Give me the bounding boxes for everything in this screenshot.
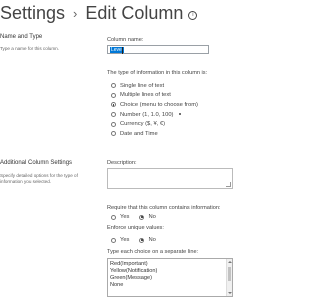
page-title: Edit Column: [85, 3, 184, 23]
type-option-label: Single line of text: [120, 82, 165, 89]
require-yes-option[interactable]: Yes: [111, 214, 129, 220]
column-name-input[interactable]: Level: [107, 45, 209, 54]
unique-yes-option[interactable]: Yes: [111, 237, 129, 243]
page-title-bar: Settings › Edit Column i: [0, 3, 198, 24]
mouse-pointer-dot: [179, 113, 181, 115]
choice-line: None: [110, 282, 124, 288]
require-no-label: No: [148, 214, 156, 220]
type-option-number[interactable]: Number (1, 1.0, 100): [111, 110, 198, 120]
type-options-group: Single line of text Multiple lines of te…: [111, 81, 198, 139]
radio-icon[interactable]: [111, 83, 116, 89]
description-label: Description:: [107, 160, 137, 166]
radio-icon[interactable]: [111, 214, 116, 220]
choices-label: Type each choice on a separate line:: [107, 249, 199, 255]
radio-icon[interactable]: [111, 92, 116, 98]
radio-selected-icon[interactable]: [139, 214, 145, 220]
type-option-single-line[interactable]: Single line of text: [111, 81, 198, 91]
unique-options-group: Yes No: [111, 237, 156, 243]
choice-line: Red(Important): [110, 261, 148, 267]
column-name-label: Column name:: [107, 37, 144, 43]
unique-no-option[interactable]: No: [139, 237, 156, 243]
type-option-label: Date and Time: [120, 130, 158, 137]
choice-line: Green(Message): [110, 275, 152, 281]
name-type-description: Type a name for this column.: [0, 46, 59, 51]
type-option-choice[interactable]: Choice (menu to choose from): [111, 100, 198, 110]
type-option-currency[interactable]: Currency ($, ¥, €): [111, 119, 198, 129]
require-label: Require that this column contains inform…: [107, 205, 221, 211]
type-option-label: Choice (menu to choose from): [120, 101, 198, 108]
scroll-up-arrow-icon[interactable]: [228, 261, 232, 263]
radio-icon[interactable]: [111, 131, 116, 137]
type-option-label: Multiple lines of text: [120, 92, 171, 99]
unique-label: Enforce unique values:: [107, 225, 164, 231]
unique-no-label: No: [148, 237, 156, 243]
require-yes-label: Yes: [120, 214, 130, 220]
scroll-thumb[interactable]: [228, 267, 231, 281]
description-textarea[interactable]: [107, 168, 233, 189]
choice-line: Yellow(Notification): [110, 268, 158, 274]
radio-selected-icon[interactable]: [111, 102, 116, 108]
resize-grip-icon[interactable]: [226, 182, 231, 187]
radio-icon[interactable]: [111, 121, 116, 127]
type-label: The type of information in this column i…: [107, 70, 208, 76]
choices-scrollbar[interactable]: [226, 259, 232, 296]
breadcrumb-settings-link[interactable]: Settings: [0, 3, 65, 24]
additional-settings-description-2: information you selected.: [0, 179, 52, 184]
text-caret: [122, 46, 123, 54]
require-options-group: Yes No: [111, 214, 156, 220]
radio-icon[interactable]: [111, 237, 116, 243]
require-no-option[interactable]: No: [139, 214, 156, 220]
type-option-label: Number (1, 1.0, 100): [120, 111, 174, 118]
choices-list: Red(Important) Yellow(Notification) Gree…: [108, 259, 232, 289]
scroll-down-arrow-icon[interactable]: [228, 292, 232, 294]
radio-selected-icon[interactable]: [139, 237, 145, 243]
additional-settings-heading: Additional Column Settings: [0, 160, 73, 166]
name-type-heading: Name and Type: [0, 34, 43, 40]
radio-icon[interactable]: [111, 112, 116, 118]
info-icon[interactable]: i: [188, 10, 198, 20]
type-option-multiple-lines[interactable]: Multiple lines of text: [111, 91, 198, 101]
unique-yes-label: Yes: [120, 237, 130, 243]
breadcrumb-separator-icon: ›: [73, 6, 78, 21]
type-option-date-time[interactable]: Date and Time: [111, 129, 198, 139]
choices-textarea[interactable]: Red(Important) Yellow(Notification) Gree…: [107, 258, 233, 297]
type-option-label: Currency ($, ¥, €): [120, 121, 166, 128]
